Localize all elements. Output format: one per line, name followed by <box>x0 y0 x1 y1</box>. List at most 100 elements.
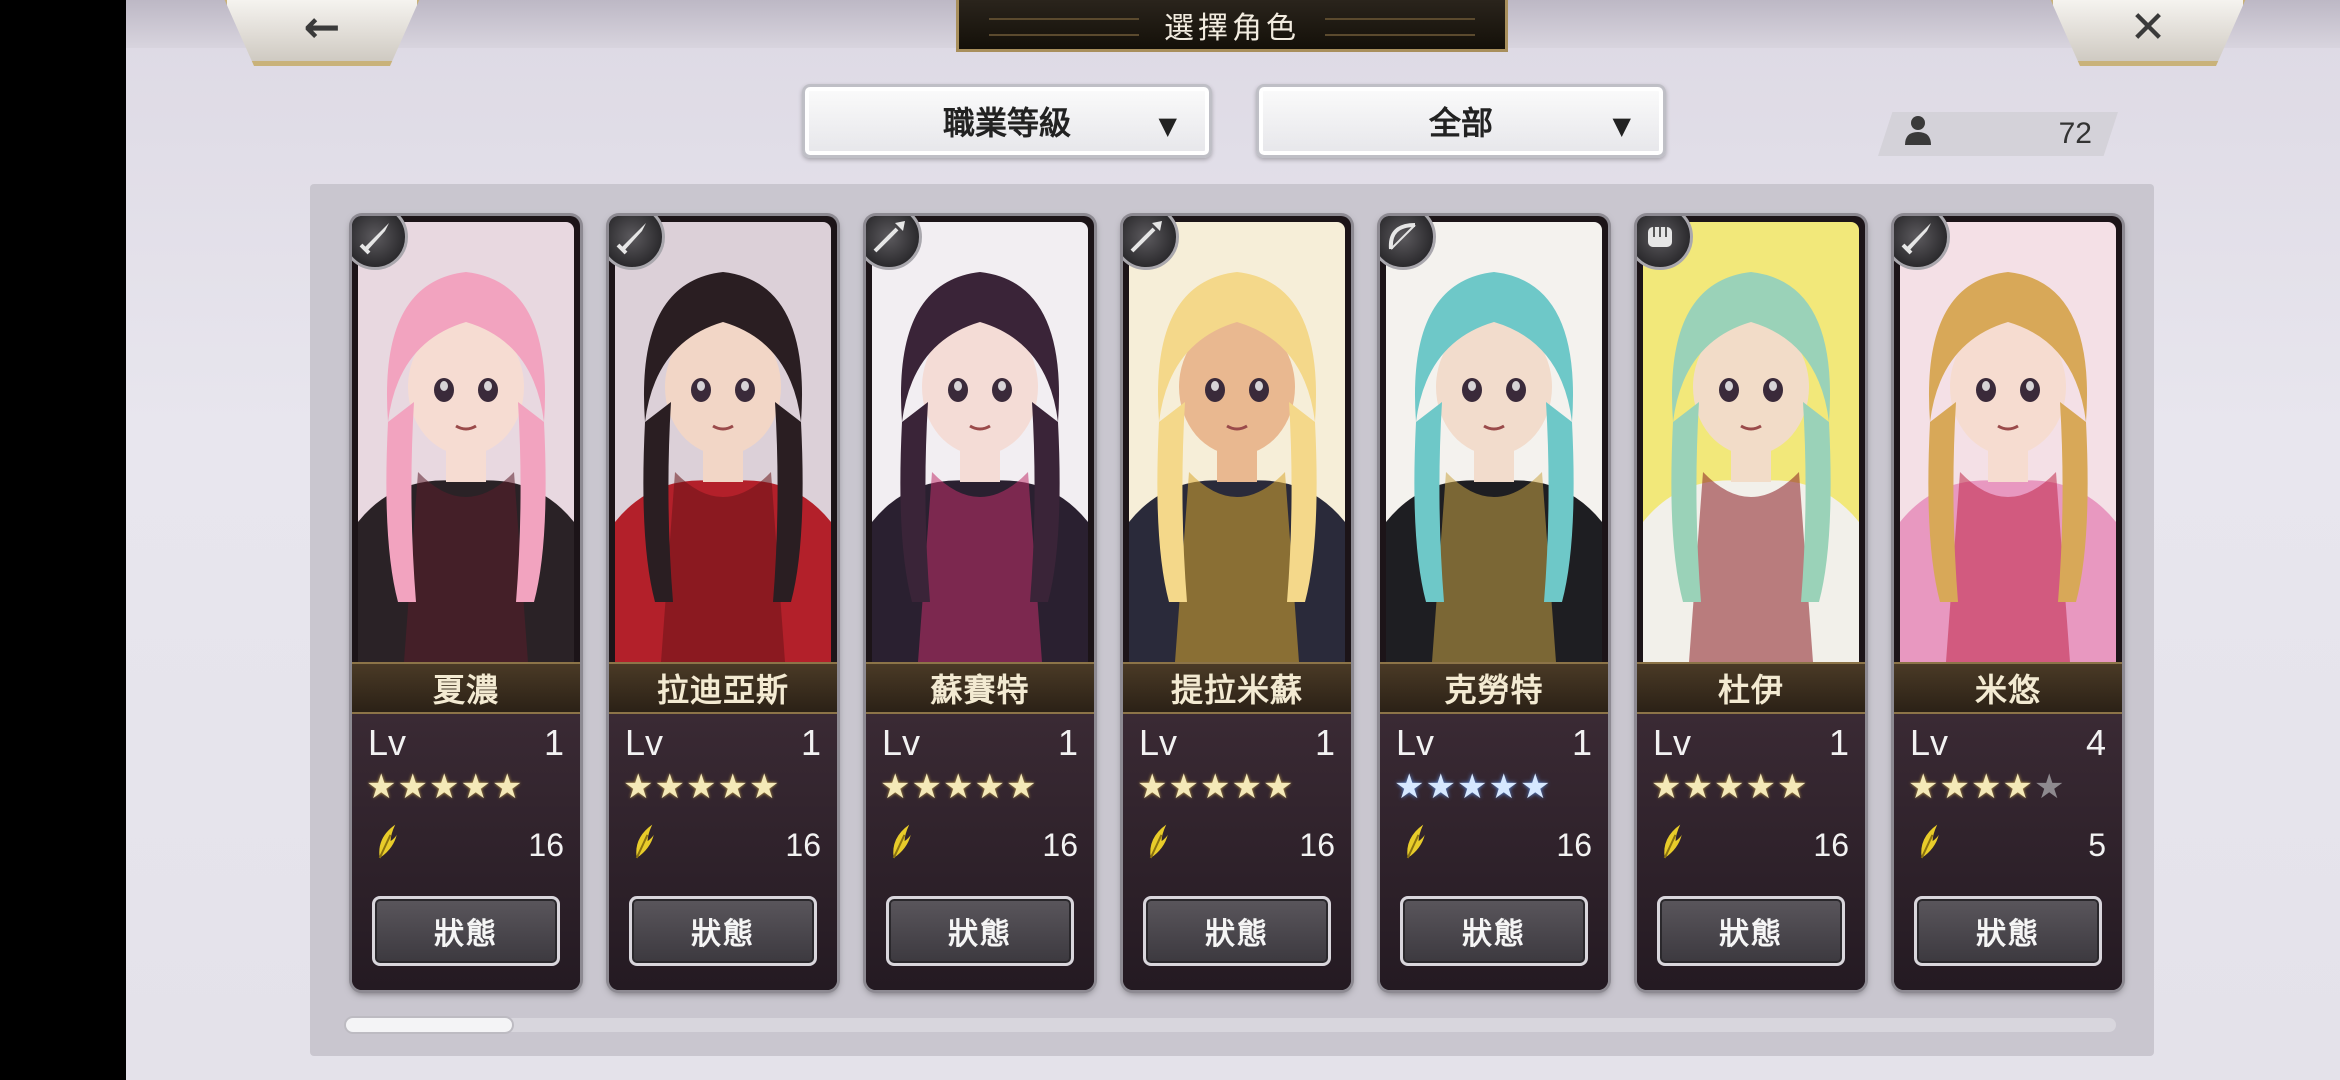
level-value: 1 <box>800 722 821 763</box>
character-card[interactable]: 夏濃 Lv 1 ★★★★★ 16 狀態 <box>352 216 580 990</box>
level-value: 1 <box>543 722 564 763</box>
rarity-star-icon: ★ <box>1005 767 1038 807</box>
rarity-star-icon: ★ <box>1137 767 1169 807</box>
roster-count: 72 <box>1878 112 2118 156</box>
close-button[interactable]: ✕ <box>2048 0 2248 66</box>
status-button[interactable]: 狀態 <box>1400 896 1588 966</box>
character-name: 米悠 <box>1894 662 2122 714</box>
level-value: 1 <box>1828 722 1849 763</box>
status-button[interactable]: 狀態 <box>1143 896 1331 966</box>
level-label: Lv <box>368 722 407 763</box>
feather-count: 16 <box>1042 827 1078 863</box>
character-name: 拉迪亞斯 <box>609 662 837 714</box>
level-label: Lv <box>1653 722 1692 763</box>
rarity-star-icon: ★ <box>1199 767 1232 807</box>
page-title: 選擇角色 <box>956 0 1508 52</box>
rarity-star-icon: ★ <box>1262 767 1295 807</box>
feather-count: 5 <box>2088 827 2106 863</box>
chevron-down-icon: ▼ <box>1158 111 1177 140</box>
level-row: Lv 1 <box>368 722 564 764</box>
feather-row: 16 <box>1400 824 1592 867</box>
rarity-star-icon: ★ <box>1908 767 1940 807</box>
level-label: Lv <box>625 722 664 763</box>
character-card[interactable]: 提拉米蘇 Lv 1 ★★★★★ 16 狀態 <box>1123 216 1351 990</box>
rarity-star-icon: ★ <box>460 767 492 807</box>
status-button[interactable]: 狀態 <box>1914 896 2102 966</box>
feather-count: 16 <box>528 827 564 863</box>
character-portrait <box>1129 222 1345 662</box>
sort-dropdown-label: 職業等級 <box>942 104 1071 142</box>
rarity-star-icon: ★ <box>2033 767 2066 807</box>
character-portrait <box>615 222 831 662</box>
rarity-star-icon: ★ <box>880 767 912 807</box>
character-card[interactable]: 克勞特 Lv 1 ★★★★★ 16 狀態 <box>1380 216 1608 990</box>
back-arrow-icon: ← <box>303 2 341 53</box>
character-name: 杜伊 <box>1637 662 1865 714</box>
rarity-star-icon: ★ <box>397 767 429 807</box>
character-card[interactable]: 米悠 Lv 4 ★★★★★ 5 狀態 <box>1894 216 2122 990</box>
rarity-star-icon: ★ <box>2002 767 2034 807</box>
level-value: 1 <box>1571 722 1592 763</box>
filter-dropdown-label: 全部 <box>1428 104 1493 142</box>
status-button[interactable]: 狀態 <box>629 896 817 966</box>
rarity-star-icon: ★ <box>1939 767 1971 807</box>
character-stats: Lv 4 ★★★★★ 5 狀態 <box>1894 714 2122 990</box>
rarity-stars: ★★★★★ <box>1137 770 1294 804</box>
feather-row: 16 <box>1143 824 1335 867</box>
feather-icon <box>623 819 670 871</box>
person-icon <box>1904 115 1932 153</box>
status-button[interactable]: 狀態 <box>1657 896 1845 966</box>
feather-row: 5 <box>1914 824 2106 867</box>
character-portrait <box>1900 222 2116 662</box>
filter-dropdown[interactable]: 全部 ▼ <box>1256 84 1666 158</box>
feather-icon <box>1137 819 1184 871</box>
character-portrait <box>872 222 1088 662</box>
rarity-star-icon: ★ <box>974 767 1006 807</box>
level-row: Lv 1 <box>1653 722 1849 764</box>
rarity-star-icon: ★ <box>1456 767 1489 807</box>
character-name: 夏濃 <box>352 662 580 714</box>
character-stats: Lv 1 ★★★★★ 16 狀態 <box>1380 714 1608 990</box>
character-card[interactable]: 杜伊 Lv 1 ★★★★★ 16 狀態 <box>1637 216 1865 990</box>
character-card[interactable]: 蘇賽特 Lv 1 ★★★★★ 16 狀態 <box>866 216 1094 990</box>
back-button[interactable]: ← <box>222 0 422 66</box>
rarity-star-icon: ★ <box>1519 767 1552 807</box>
rarity-star-icon: ★ <box>1168 767 1200 807</box>
rarity-star-icon: ★ <box>717 767 749 807</box>
level-label: Lv <box>882 722 921 763</box>
feather-row: 16 <box>372 824 564 867</box>
feather-row: 16 <box>629 824 821 867</box>
rarity-star-icon: ★ <box>942 767 975 807</box>
status-button[interactable]: 狀態 <box>886 896 1074 966</box>
scrollbar-thumb[interactable] <box>346 1018 512 1032</box>
horizontal-scrollbar[interactable] <box>346 1018 2116 1032</box>
feather-icon <box>880 819 927 871</box>
status-button[interactable]: 狀態 <box>372 896 560 966</box>
character-portrait <box>1643 222 1859 662</box>
rarity-star-icon: ★ <box>1488 767 1520 807</box>
rarity-star-icon: ★ <box>1394 767 1426 807</box>
feather-count: 16 <box>1556 827 1592 863</box>
character-stats: Lv 1 ★★★★★ 16 狀態 <box>1123 714 1351 990</box>
character-name: 克勞特 <box>1380 662 1608 714</box>
feather-icon <box>1908 819 1955 871</box>
character-portrait <box>1386 222 1602 662</box>
character-stats: Lv 1 ★★★★★ 16 狀態 <box>609 714 837 990</box>
level-row: Lv 4 <box>1910 722 2106 764</box>
sort-dropdown[interactable]: 職業等級 ▼ <box>802 84 1212 158</box>
rarity-star-icon: ★ <box>1970 767 2003 807</box>
rarity-star-icon: ★ <box>1776 767 1809 807</box>
rarity-star-icon: ★ <box>1651 767 1683 807</box>
rarity-stars: ★★★★★ <box>880 770 1037 804</box>
rarity-star-icon: ★ <box>685 767 718 807</box>
character-card[interactable]: 拉迪亞斯 Lv 1 ★★★★★ 16 狀態 <box>609 216 837 990</box>
feather-row: 16 <box>1657 824 1849 867</box>
rarity-stars: ★★★★★ <box>1394 770 1551 804</box>
rarity-star-icon: ★ <box>911 767 943 807</box>
level-label: Lv <box>1910 722 1949 763</box>
rarity-star-icon: ★ <box>1231 767 1263 807</box>
rarity-stars: ★★★★★ <box>366 770 523 804</box>
character-portrait <box>358 222 574 662</box>
rarity-star-icon: ★ <box>366 767 398 807</box>
rarity-star-icon: ★ <box>654 767 686 807</box>
